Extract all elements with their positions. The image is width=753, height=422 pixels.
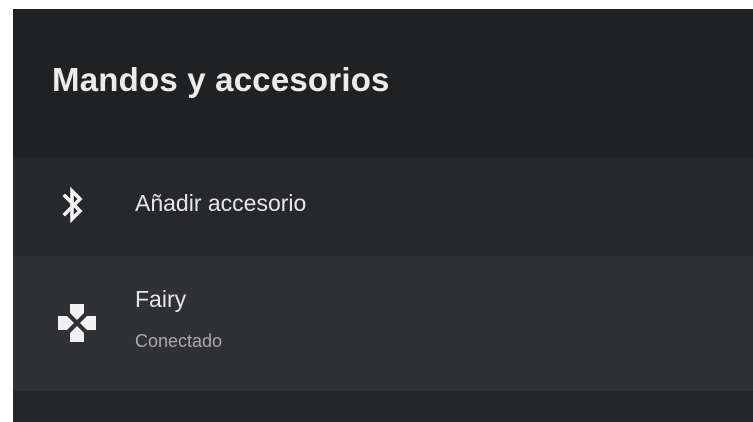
add-accessory-item[interactable] [13, 157, 753, 256]
page-title: Mandos y accesorios [52, 61, 390, 98]
device-name: Fairy [135, 286, 187, 312]
gamepad-icon [58, 304, 96, 342]
bluetooth-icon [62, 186, 83, 224]
list-footer [13, 391, 753, 422]
device-status: Conectado [135, 331, 223, 351]
add-accessory-label: Añadir accesorio [135, 190, 307, 216]
device-item-fairy[interactable] [13, 256, 753, 391]
